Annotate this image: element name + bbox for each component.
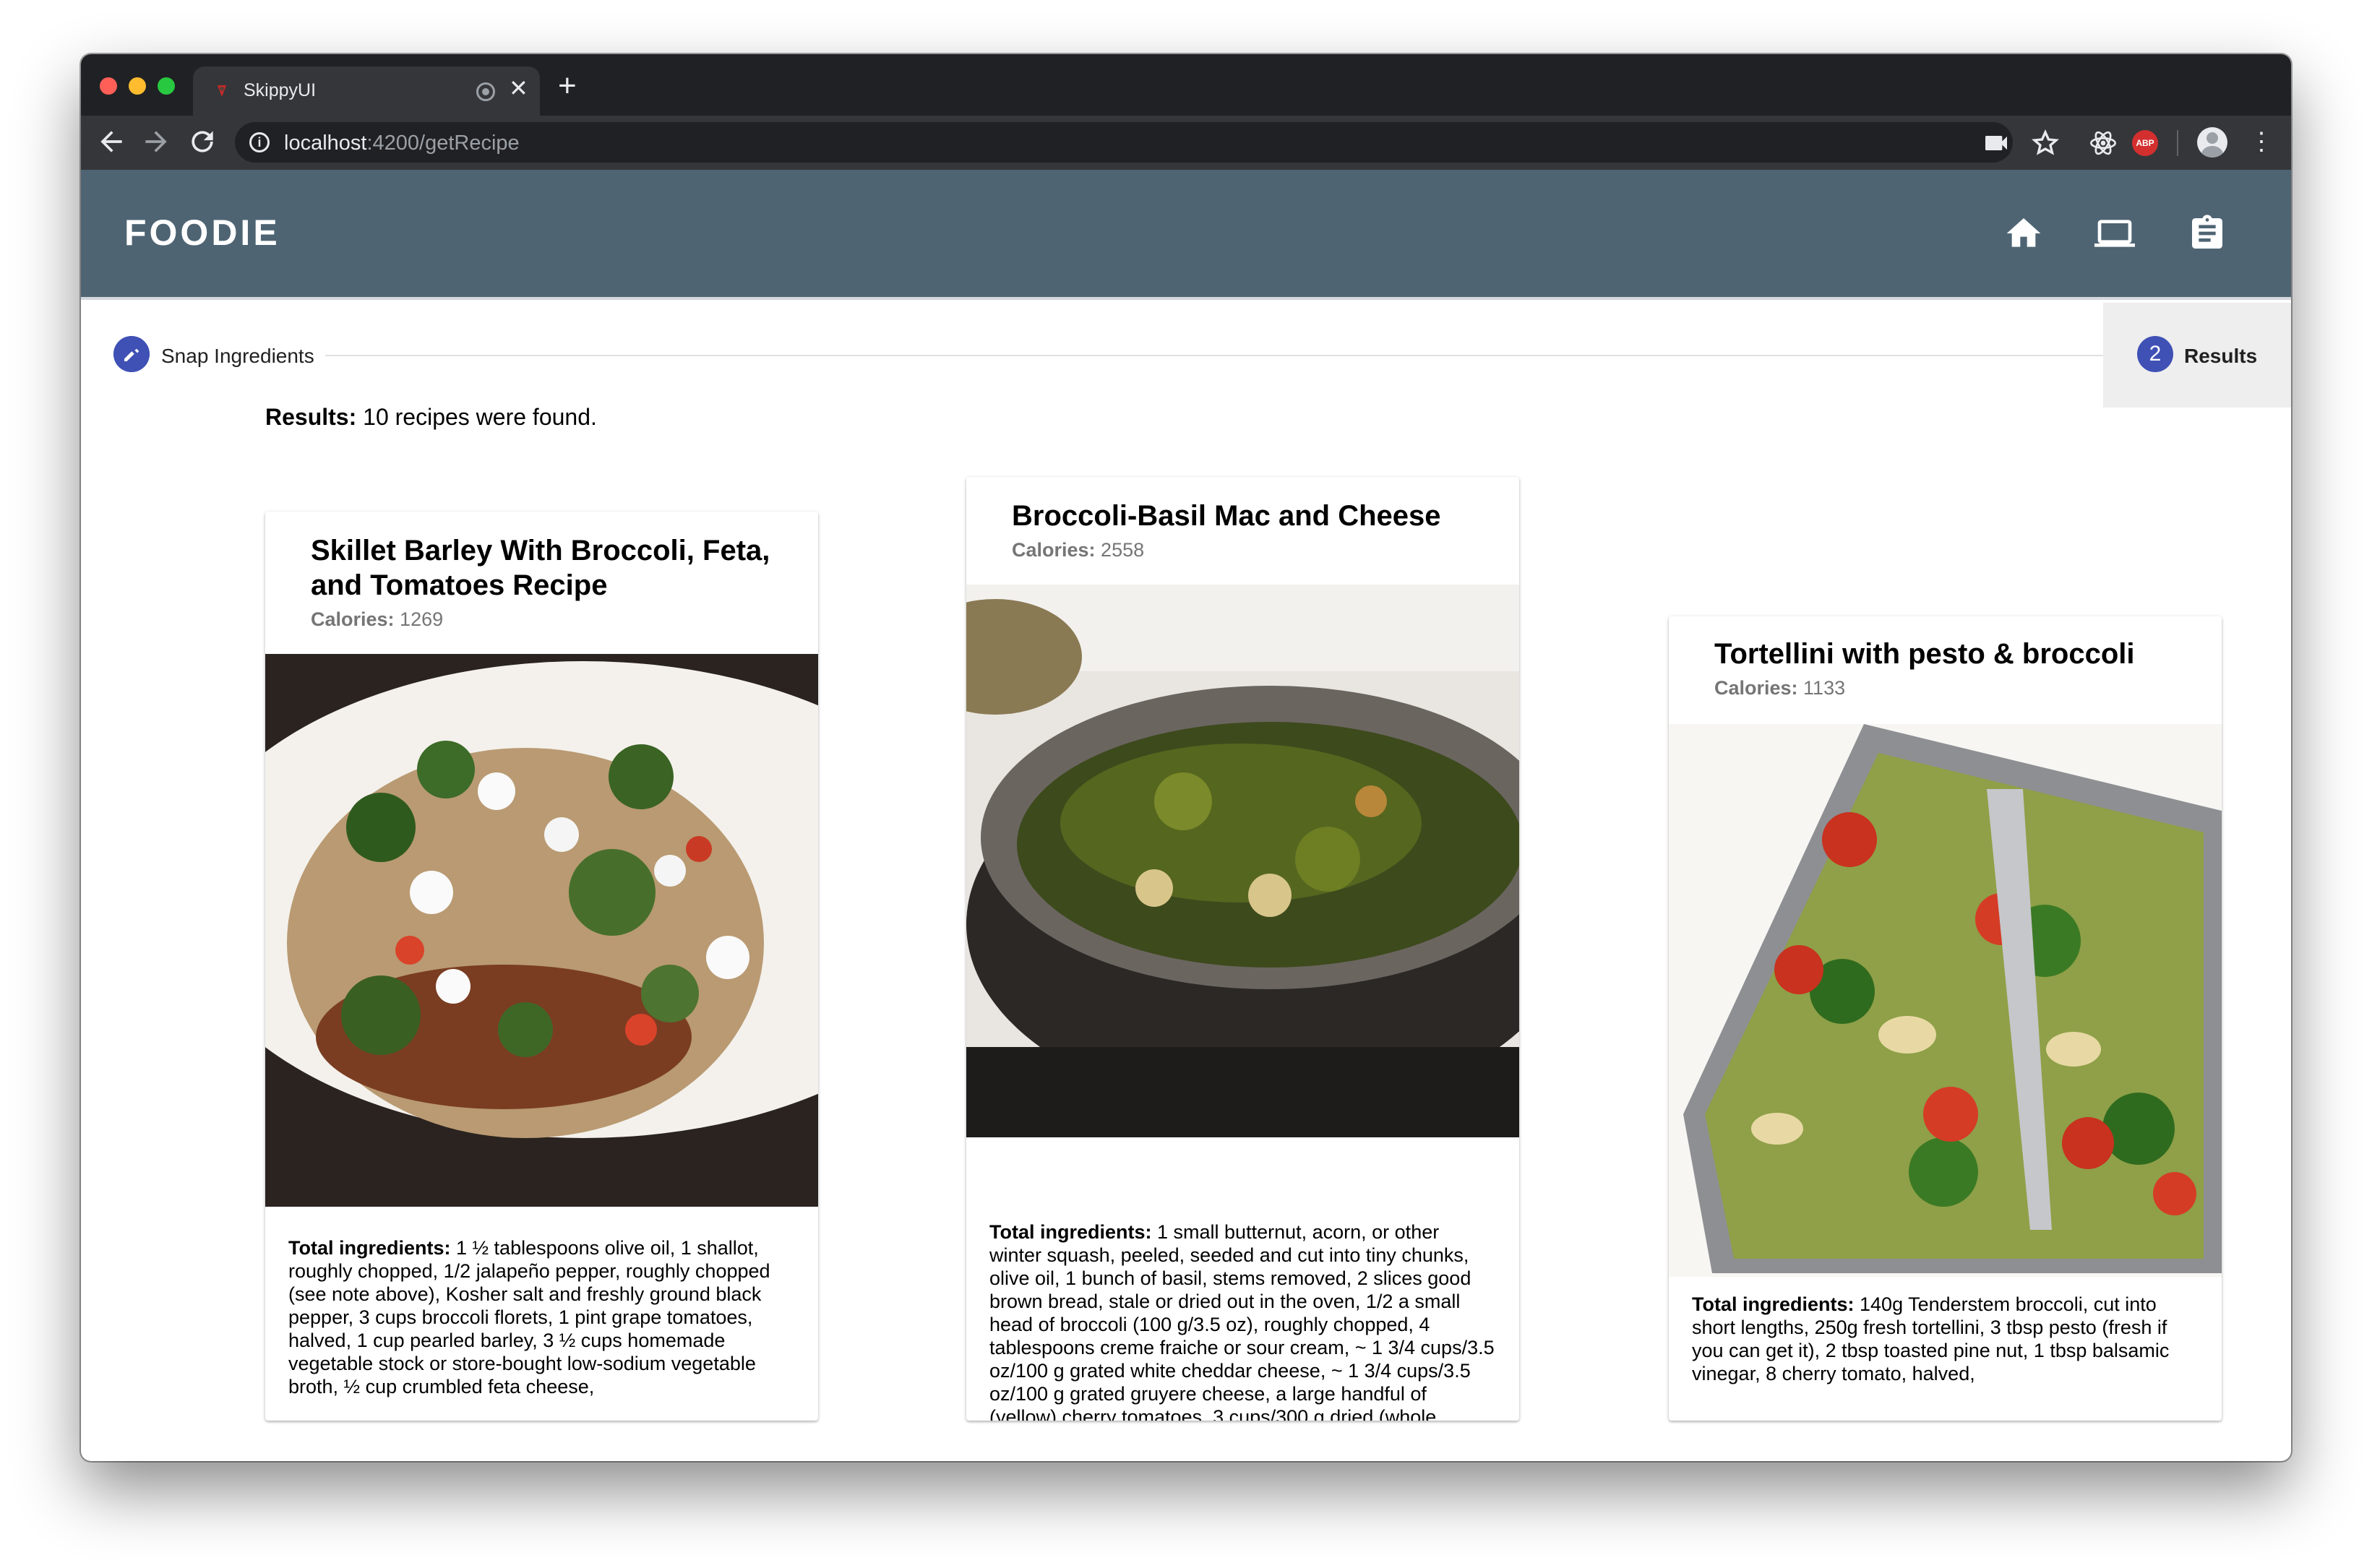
recipe-image[interactable]: [966, 585, 1519, 1137]
calories-label: Calories:: [1714, 677, 1798, 699]
calories-value: 1269: [394, 608, 444, 630]
recipe-ingredients: Total ingredients: 1 ½ tablespoons olive…: [288, 1236, 794, 1398]
toolbar-divider: [2177, 130, 2178, 156]
new-tab-button[interactable]: +: [558, 70, 577, 102]
url-host: localhost: [284, 132, 367, 155]
stepper-connector: [325, 355, 2110, 356]
recipe-ingredients: Total ingredients: 140g Tenderstem brocc…: [1692, 1293, 2198, 1385]
tab-title: SkippyUI: [244, 80, 317, 100]
close-window-button[interactable]: [100, 77, 117, 95]
site-info-icon[interactable]: i: [249, 132, 270, 152]
laptop-icon[interactable]: [2094, 213, 2135, 254]
clipboard-icon[interactable]: [2187, 213, 2227, 254]
camera-icon[interactable]: [1982, 129, 2011, 158]
more-menu-icon[interactable]: ⋮: [2249, 127, 2274, 156]
calories-label: Calories:: [1012, 539, 1096, 561]
edit-pencil-icon: [113, 336, 150, 372]
bookmark-star-icon[interactable]: [2031, 129, 2060, 158]
url-text[interactable]: localhost:4200/getRecipe: [284, 132, 520, 155]
reload-icon[interactable]: [186, 126, 218, 158]
step2-number: 2: [2137, 336, 2173, 372]
close-tab-icon[interactable]: ✕: [509, 77, 528, 100]
adblock-plus-icon[interactable]: ABP: [2132, 130, 2158, 156]
minimize-window-button[interactable]: [129, 77, 146, 95]
calories-label: Calories:: [311, 608, 395, 630]
recipe-stepper: Snap Ingredients 2 Results: [81, 303, 2291, 408]
url-path: :4200/getRecipe: [366, 132, 520, 155]
recipe-image[interactable]: [1669, 724, 2222, 1277]
zoom-window-button[interactable]: [158, 77, 175, 95]
browser-tab[interactable]: SkippyUI ✕: [193, 66, 540, 116]
recipe-title[interactable]: Tortellini with pesto & broccoli: [1714, 637, 2191, 671]
results-text: 10 recipes were found.: [356, 404, 597, 430]
recipe-card[interactable]: Tortellini with pesto & broccoli Calorie…: [1669, 616, 2222, 1421]
step2-label: Results: [2184, 345, 2258, 367]
tab-strip: SkippyUI ✕ +: [81, 54, 2291, 116]
back-arrow-icon[interactable]: [95, 126, 127, 158]
ingredients-label: Total ingredients:: [288, 1237, 451, 1259]
ingredients-text: 1 ½ tablespoons olive oil, 1 shallot, ro…: [288, 1237, 770, 1397]
ingredients-label: Total ingredients:: [1692, 1293, 1855, 1315]
app-header: FOODIE: [81, 170, 2291, 300]
recipe-title[interactable]: Skillet Barley With Broccoli, Feta, and …: [311, 533, 788, 603]
address-bar[interactable]: i localhost:4200/getRecipe: [235, 122, 2013, 163]
recipe-image[interactable]: [265, 654, 818, 1207]
browser-window: SkippyUI ✕ + i localhost:4200/getRecipe: [81, 54, 2291, 1461]
ingredients-label: Total ingredients:: [989, 1221, 1152, 1243]
browser-toolbar: i localhost:4200/getRecipe ABP ⋮: [81, 116, 2291, 170]
brand-logo[interactable]: FOODIE: [124, 212, 280, 254]
results-label: Results:: [265, 404, 357, 430]
recipe-ingredients: Total ingredients: 1 small butternut, ac…: [989, 1220, 1495, 1421]
calories-value: 1133: [1797, 677, 1846, 699]
react-devtools-icon[interactable]: [2089, 129, 2118, 158]
app-favicon-icon: [218, 85, 226, 97]
ingredients-text: 1 small butternut, acorn, or other winte…: [989, 1221, 1495, 1421]
profile-avatar-icon[interactable]: [2197, 127, 2227, 158]
calories-value: 2558: [1095, 539, 1145, 561]
home-icon[interactable]: [2003, 213, 2044, 254]
recipe-calories: Calories: 1133: [1714, 677, 1845, 699]
recipe-card[interactable]: Skillet Barley With Broccoli, Feta, and …: [265, 512, 818, 1421]
step-results[interactable]: 2 Results: [2103, 303, 2291, 408]
media-playing-icon[interactable]: [476, 82, 495, 101]
recipe-calories: Calories: 1269: [311, 608, 443, 631]
recipe-title[interactable]: Broccoli-Basil Mac and Cheese: [1012, 499, 1489, 533]
recipe-calories: Calories: 2558: [1012, 539, 1144, 561]
step1-label: Snap Ingredients: [161, 345, 314, 367]
forward-arrow-icon[interactable]: [140, 126, 172, 158]
recipe-card[interactable]: Broccoli-Basil Mac and Cheese Calories: …: [966, 477, 1519, 1421]
results-summary: Results: 10 recipes were found.: [265, 404, 597, 431]
